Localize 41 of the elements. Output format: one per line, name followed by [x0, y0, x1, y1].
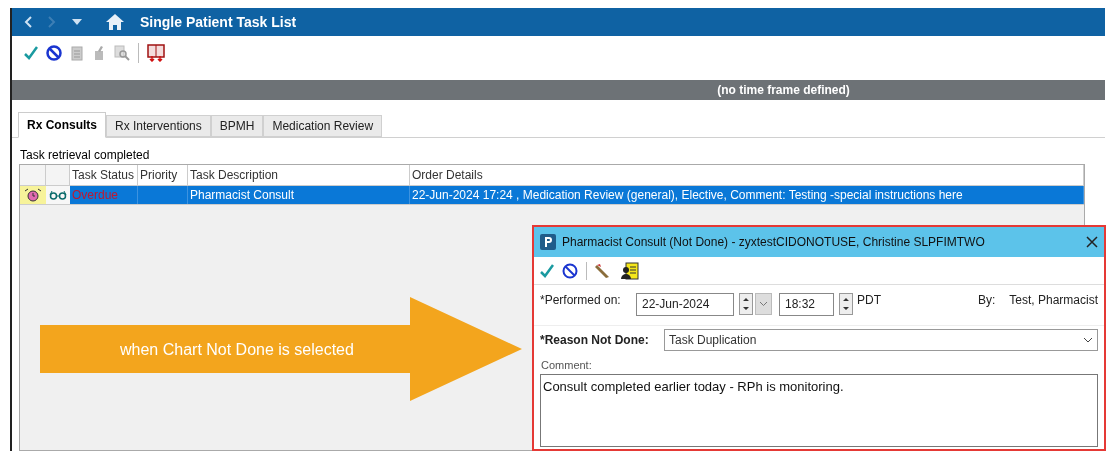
prohibited-icon[interactable]: [46, 45, 62, 61]
callout-text: when Chart Not Done is selected: [120, 340, 354, 360]
checkmark-icon[interactable]: [540, 263, 554, 278]
field-label: *Performed on:: [540, 292, 622, 309]
window-title: Single Patient Task List: [140, 12, 297, 32]
by-label: By:: [977, 292, 996, 309]
table-cell-text: Pharmacist Consult: [190, 187, 295, 204]
by-value: Test, Pharmacist: [1009, 292, 1098, 309]
status-message: Task retrieval completed: [19, 148, 151, 162]
time-field[interactable]: 18:32: [779, 292, 834, 316]
tab[interactable]: Medication Review: [263, 115, 383, 137]
glasses-icon: [49, 190, 67, 200]
field-label: *Reason Not Done:: [540, 331, 650, 349]
reason-dropdown[interactable]: Task Duplication: [664, 328, 1098, 351]
prohibited-icon[interactable]: [562, 262, 578, 279]
spinner-icon[interactable]: [839, 293, 853, 315]
checkmark-icon[interactable]: [24, 46, 38, 60]
comment-label: Comment:: [540, 358, 593, 373]
table-cell-text: 22-Jun-2024 17:24 , Medication Review (general), Elective, Comment: Testing -special instructions here: [412, 187, 963, 204]
tab[interactable]: Rx Interventions: [106, 115, 211, 137]
home-icon[interactable]: [106, 14, 124, 30]
close-icon[interactable]: [1086, 236, 1098, 248]
tab[interactable]: Rx Consults: [18, 112, 106, 138]
dropdown-icon[interactable]: [72, 19, 82, 25]
chevron-icon: [1083, 336, 1093, 343]
book-icon[interactable]: [147, 44, 165, 62]
person-document-icon[interactable]: [621, 261, 639, 280]
p-logo-icon: [540, 234, 556, 250]
table-cell-text: Overdue: [72, 187, 119, 204]
back-icon[interactable]: [24, 16, 32, 28]
time-frame-label: (no time frame defined): [717, 82, 850, 99]
comment-field[interactable]: Consult completed earlier today - RPh is monitoring.: [540, 373, 1098, 447]
dialog-title: Pharmacist Consult (Not Done) - zyxtestCIDONOTUSE, Christine SLPFIMTWO: [562, 234, 986, 251]
tab[interactable]: BPMH: [210, 115, 264, 137]
date-field[interactable]: 22-Jun-2024: [636, 292, 734, 316]
alarm-clock-icon: [24, 188, 42, 202]
magnifier-icon[interactable]: [114, 45, 130, 61]
clipboard-icon[interactable]: [70, 45, 84, 61]
spinner-icon[interactable]: [739, 293, 753, 315]
timezone-label: PDT: [857, 292, 881, 309]
table-row[interactable]: Overdue Pharmacist Consult 22-Jun-2024 17:24 , Medication Review (general), Elective, Comment: Testing -special instructions here: [20, 186, 1084, 205]
